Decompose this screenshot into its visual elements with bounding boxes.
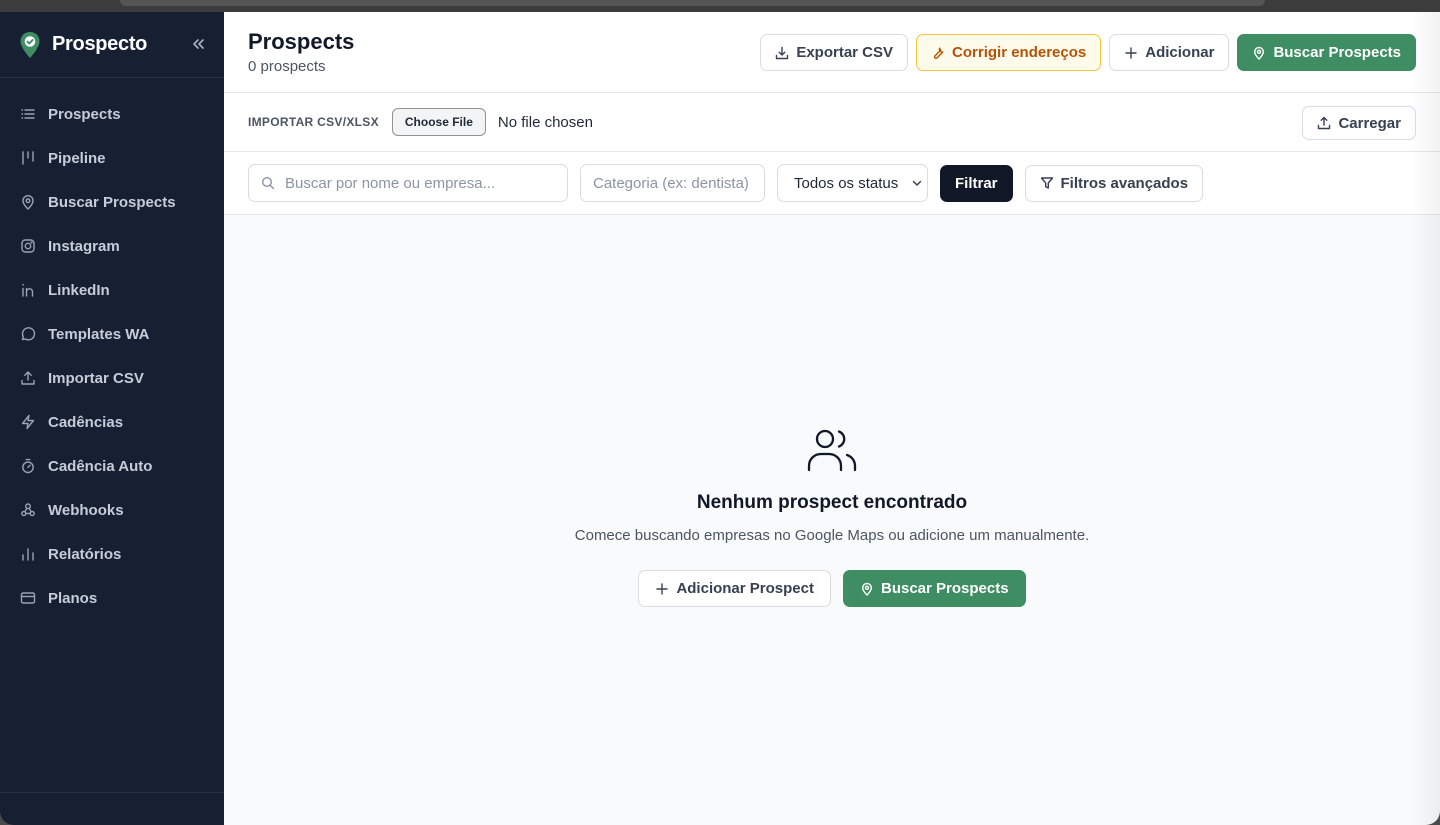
advanced-filters-button[interactable]: Filtros avançados [1024,164,1204,202]
advanced-filters-label: Filtros avançados [1060,174,1189,192]
sidebar-item-label: Webhooks [48,501,124,519]
sidebar-item-label: Planos [48,589,98,607]
export-csv-button[interactable]: Exportar CSV [760,34,909,71]
message-circle-icon [20,326,36,342]
zap-icon [20,414,36,430]
sidebar-item-label: Cadências [48,413,124,431]
sidebar-item-label: Cadência Auto [48,457,153,475]
search-input[interactable] [285,174,567,192]
header-actions: Exportar CSV Corrigir endereços Adiciona… [760,34,1416,71]
search-box [248,164,568,202]
search-icon [261,176,275,190]
filter-bar: Todos os status Filtrar Filtros avançado… [224,152,1440,215]
wrench-icon [931,46,945,60]
add-prospect-button[interactable]: Adicionar Prospect [638,570,831,607]
map-pin-icon [20,194,36,210]
linkedin-icon [20,282,36,298]
empty-title: Nenhum prospect encontrado [696,492,968,513]
plus-icon [1124,46,1138,60]
sidebar-item-linkedin[interactable]: LinkedIn [0,268,224,312]
download-icon [775,46,789,60]
sidebar-item-label: Importar CSV [48,369,144,387]
search-prospects-button[interactable]: Buscar Prospects [1237,34,1416,71]
sidebar-item-templates-wa[interactable]: Templates WA [0,312,224,356]
page-title: Prospects [248,29,355,54]
filter-button[interactable]: Filtrar [940,164,1013,202]
sidebar-item-label: Buscar Prospects [48,193,176,211]
app-window: Prospecto Prospects Pipeline Buscar Pros… [0,12,1440,825]
add-label: Adicionar [1145,44,1215,61]
chevron-down-icon [911,177,923,189]
sidebar-item-importar-csv[interactable]: Importar CSV [0,356,224,400]
upload-label: Carregar [1338,114,1401,132]
import-label: IMPORTAR CSV/XLSX [248,115,379,129]
sidebar-item-prospects[interactable]: Prospects [0,92,224,136]
prospect-count: 0 prospects [248,58,326,75]
sidebar-item-planos[interactable]: Planos [0,576,224,620]
import-bar: IMPORTAR CSV/XLSX Choose File No file ch… [224,93,1440,152]
sidebar-item-instagram[interactable]: Instagram [0,224,224,268]
users-icon [807,429,857,472]
sidebar-nav: Prospects Pipeline Buscar Prospects Inst… [0,78,224,620]
status-select[interactable]: Todos os status [777,164,928,202]
instagram-icon [20,238,36,254]
add-prospect-label: Adicionar Prospect [676,580,814,597]
bar-chart-icon [20,546,36,562]
page-header: Prospects 0 prospects Exportar CSV Corri… [224,12,1440,93]
status-select-value: Todos os status [794,174,899,192]
search-prospects-label: Buscar Prospects [1273,44,1401,61]
category-input[interactable] [593,174,764,192]
sidebar-item-label: LinkedIn [48,281,110,299]
logo-pin-icon [18,30,42,60]
empty-text: Comece buscando empresas no Google Maps … [574,527,1090,544]
export-csv-label: Exportar CSV [796,44,894,61]
map-pin-icon [860,582,874,596]
sidebar-item-label: Prospects [48,105,121,123]
fix-addresses-button[interactable]: Corrigir endereços [916,34,1102,71]
sidebar-item-label: Templates WA [48,325,150,343]
sidebar-item-label: Relatórios [48,545,122,563]
category-box [580,164,765,202]
sidebar: Prospecto Prospects Pipeline Buscar Pros… [0,12,224,825]
collapse-sidebar-icon[interactable] [188,34,208,54]
browser-address-bar [120,0,1265,6]
list-icon [20,106,36,122]
sidebar-item-relatorios[interactable]: Relatórios [0,532,224,576]
sidebar-item-webhooks[interactable]: Webhooks [0,488,224,532]
browser-top-bar [0,0,1440,12]
webhook-icon [20,502,36,518]
brand: Prospecto [0,12,224,78]
sidebar-footer [0,792,224,825]
plus-icon [655,582,669,596]
sidebar-item-cadencia-auto[interactable]: Cadência Auto [0,444,224,488]
upload-button[interactable]: Carregar [1302,106,1416,140]
empty-search-prospects-button[interactable]: Buscar Prospects [842,570,1026,607]
upload-icon [20,370,36,386]
sidebar-item-label: Pipeline [48,149,106,167]
brand-name: Prospecto [52,33,148,55]
main-content: Prospects 0 prospects Exportar CSV Corri… [224,12,1440,825]
pipeline-icon [20,150,36,166]
add-button[interactable]: Adicionar [1109,34,1230,71]
file-status: No file chosen [497,113,593,131]
sidebar-item-cadencias[interactable]: Cadências [0,400,224,444]
upload-icon [1317,116,1331,130]
credit-card-icon [20,590,36,606]
choose-file-button[interactable]: Choose File [391,108,486,136]
timer-icon [20,458,36,474]
sidebar-item-label: Instagram [48,237,120,255]
empty-actions: Adicionar Prospect Buscar Prospects [224,570,1440,607]
sidebar-item-buscar-prospects[interactable]: Buscar Prospects [0,180,224,224]
map-pin-icon [1252,46,1266,60]
fix-addresses-label: Corrigir endereços [952,44,1087,61]
empty-state: Nenhum prospect encontrado Comece buscan… [224,428,1440,607]
filter-icon [1040,176,1054,190]
empty-search-prospects-label: Buscar Prospects [880,580,1009,597]
sidebar-item-pipeline[interactable]: Pipeline [0,136,224,180]
